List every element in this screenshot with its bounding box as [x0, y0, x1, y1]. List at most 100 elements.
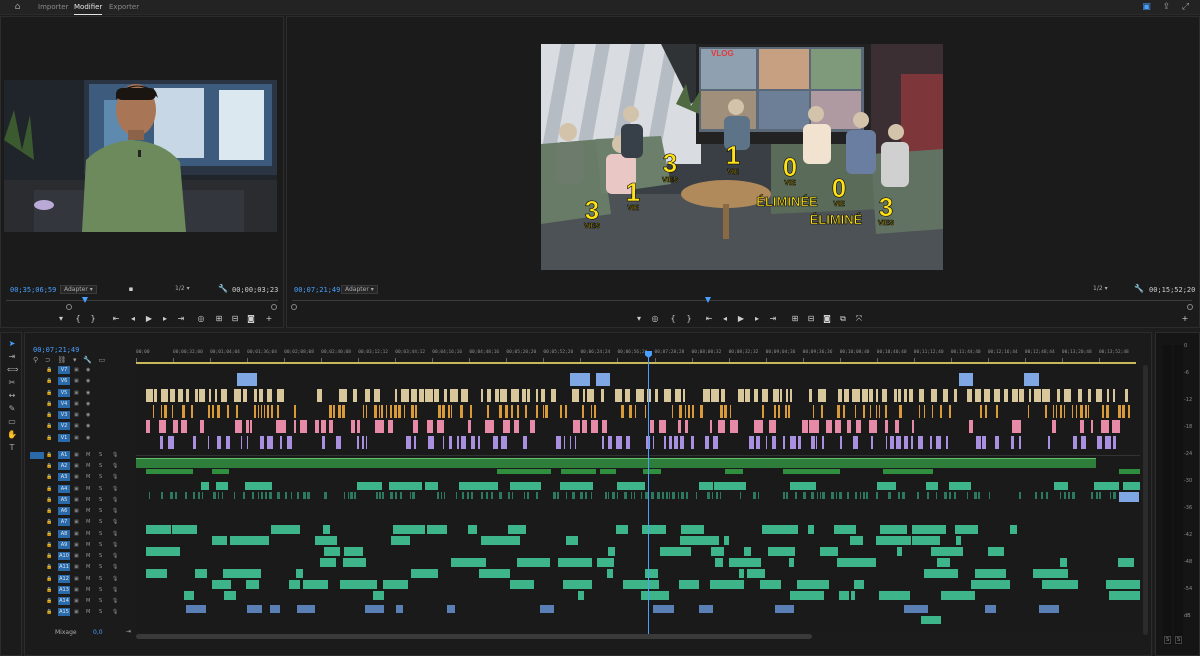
timeline-clip[interactable] — [719, 492, 721, 499]
razor-tool-icon[interactable]: ✂ — [7, 378, 17, 388]
timeline-clip[interactable] — [410, 389, 417, 402]
sync-lock-icon[interactable]: ▣ — [74, 576, 79, 582]
timeline-clip[interactable] — [257, 492, 259, 499]
timeline-clip[interactable] — [388, 482, 423, 490]
timeline-clip[interactable] — [668, 492, 671, 499]
timeline-clip[interactable] — [616, 436, 623, 449]
timeline-clip[interactable] — [876, 405, 878, 418]
timeline-clip[interactable] — [511, 389, 519, 402]
timeline-clip[interactable] — [715, 558, 723, 567]
timeline-clip[interactable] — [582, 405, 584, 418]
timeline-clip[interactable] — [415, 405, 418, 418]
pen-tool-icon[interactable]: ✎ — [7, 404, 17, 414]
solo-button[interactable]: S — [99, 542, 102, 548]
timeline-clip[interactable] — [223, 569, 262, 578]
timeline-clip[interactable] — [270, 525, 300, 534]
timeline-clip[interactable] — [978, 492, 980, 499]
timeline-clip[interactable] — [512, 492, 514, 499]
timeline-clip[interactable] — [590, 492, 592, 499]
timeline-clip[interactable] — [1088, 405, 1090, 418]
timeline-clip[interactable] — [926, 492, 929, 499]
timeline-clip[interactable] — [243, 389, 248, 402]
timeline-clip[interactable] — [289, 580, 300, 589]
timeline-clip[interactable] — [672, 492, 675, 499]
tab-exporter[interactable]: Exporter — [109, 3, 139, 11]
timeline-clip[interactable] — [923, 405, 925, 418]
timeline-clip[interactable] — [485, 420, 494, 433]
timeline-clip[interactable] — [698, 605, 713, 613]
timeline-clip[interactable] — [508, 492, 510, 499]
eye-icon[interactable]: ◉ — [86, 390, 90, 396]
timeline-clip[interactable] — [949, 492, 952, 499]
timeline-clip[interactable] — [816, 492, 818, 499]
microphone-icon[interactable]: 🎙 — [112, 519, 118, 525]
timeline-clip[interactable] — [912, 536, 941, 545]
vertical-scrollbar[interactable] — [1143, 365, 1148, 635]
track-label-a3[interactable]: A3 — [58, 473, 70, 482]
timeline-clip[interactable] — [516, 405, 520, 418]
track-label-a1[interactable]: A1 — [58, 450, 70, 459]
timeline-clip[interactable] — [875, 389, 878, 402]
timeline-clip[interactable] — [234, 420, 243, 433]
timeline-clip[interactable] — [513, 420, 519, 433]
timeline-clip[interactable] — [457, 436, 459, 449]
timeline-clip[interactable] — [410, 405, 414, 418]
timeline-clip[interactable] — [294, 405, 296, 418]
timeline-clip[interactable] — [717, 420, 725, 433]
timeline-clip[interactable] — [460, 405, 463, 418]
track-label-a6[interactable]: A6 — [58, 507, 70, 515]
timeline-clip[interactable] — [225, 436, 231, 449]
sync-lock-icon[interactable]: ▣ — [74, 378, 79, 384]
sync-lock-icon[interactable]: ▣ — [74, 542, 79, 548]
timeline-clip[interactable] — [919, 389, 925, 402]
timeline-clip[interactable] — [271, 405, 273, 418]
timeline-clip[interactable] — [168, 436, 175, 449]
timeline-clip[interactable] — [918, 436, 924, 449]
timeline-clip[interactable] — [500, 389, 507, 402]
timeline-clip[interactable] — [374, 405, 377, 418]
track-lock-icon[interactable]: 🔒 — [46, 390, 52, 396]
timeline-clip[interactable] — [869, 389, 873, 402]
timeline-clip[interactable] — [837, 558, 877, 567]
timeline-clip[interactable] — [172, 525, 197, 534]
solo-left-button[interactable]: S — [1164, 636, 1172, 644]
track-label-a15[interactable]: A15 — [58, 608, 70, 617]
timeline-clip[interactable] — [352, 389, 358, 402]
timeline-clip[interactable] — [1073, 436, 1078, 449]
timeline-clip[interactable] — [170, 492, 173, 499]
track-label-v3[interactable]: V3 — [58, 411, 70, 419]
timeline-clip[interactable] — [931, 547, 963, 556]
timeline-clip[interactable] — [1012, 420, 1022, 433]
mute-button[interactable]: M — [86, 474, 90, 480]
timeline-clip[interactable] — [536, 389, 539, 402]
timeline-clip[interactable] — [686, 492, 688, 499]
timeline-clip[interactable] — [1124, 389, 1129, 402]
tab-modifier[interactable]: Modifier — [74, 3, 103, 15]
timeline-clip[interactable] — [949, 405, 952, 418]
timeline-clip[interactable] — [361, 436, 364, 449]
timeline-clip[interactable] — [1019, 389, 1025, 402]
timeline-clip[interactable] — [885, 436, 888, 449]
mute-button[interactable]: M — [86, 486, 90, 492]
timeline-clip[interactable] — [711, 547, 725, 556]
timeline-clip[interactable] — [1024, 373, 1040, 386]
timeline-clip[interactable] — [681, 492, 684, 499]
timeline-clip[interactable] — [702, 389, 710, 402]
timeline-clip[interactable] — [663, 436, 666, 449]
timeline-clip[interactable] — [337, 405, 341, 418]
microphone-icon[interactable]: 🎙 — [112, 609, 118, 615]
share-icon[interactable]: ⇪ — [1161, 2, 1172, 13]
timeline-clip[interactable] — [324, 492, 327, 499]
track-lock-icon[interactable]: 🔒 — [46, 553, 52, 559]
timeline-clip[interactable] — [447, 405, 450, 418]
source-patch-v1[interactable] — [30, 452, 44, 459]
timeline-clip[interactable] — [1040, 492, 1043, 499]
timeline-clip[interactable] — [808, 420, 819, 433]
timeline-clip[interactable] — [1079, 405, 1083, 418]
timeline-clip[interactable] — [149, 492, 151, 499]
timeline-clip[interactable] — [729, 420, 739, 433]
solo-button[interactable]: S — [99, 564, 102, 570]
timeline-clip[interactable] — [302, 580, 329, 589]
go-to-in-icon[interactable]: ⇤ — [111, 314, 121, 324]
timeline-clip[interactable] — [863, 405, 866, 418]
